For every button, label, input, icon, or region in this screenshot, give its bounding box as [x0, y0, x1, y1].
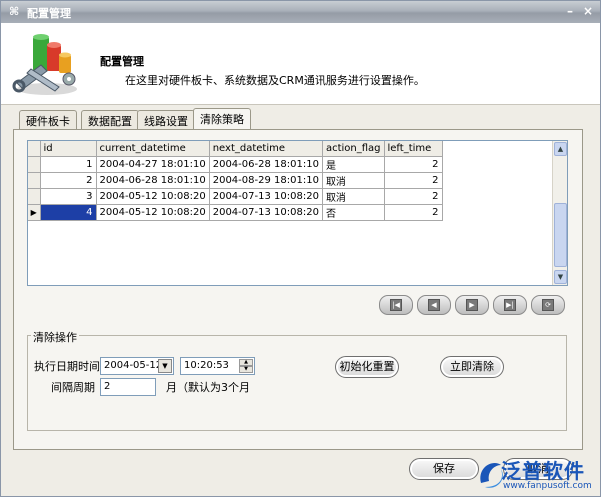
watermark-text: 泛普软件 [501, 459, 585, 483]
title-bar: ⌘ 配置管理 – × [1, 1, 600, 23]
cell-action-flag[interactable]: 否 [322, 204, 385, 221]
cell-left-time[interactable]: 2 [384, 204, 443, 221]
interval-period-hint: 月（默认为3个月 [166, 381, 250, 394]
minimize-button[interactable]: – [563, 4, 577, 18]
next-record-icon: ▶ [466, 299, 478, 311]
window-menu-icon[interactable]: ⌘ [9, 5, 19, 18]
prev-record-icon: ◀ [428, 299, 440, 311]
close-button[interactable]: × [581, 4, 595, 18]
tab-hardware[interactable]: 硬件板卡 [19, 110, 77, 130]
row-indicator[interactable] [28, 156, 41, 173]
tab-line-settings[interactable]: 线路设置 [137, 110, 195, 130]
execute-date-value: 2004-05-12 [104, 360, 163, 371]
save-button[interactable]: 保存 [409, 458, 479, 480]
execute-time-input[interactable]: 10:20:53 ▲ ▼ [180, 357, 255, 375]
tab-clear-policy[interactable]: 清除策略 [193, 108, 251, 130]
refresh-icon: ⟳ [542, 299, 554, 311]
table-row[interactable]: 2 2004-06-28 18:01:10 2004-08-29 18:01:1… [28, 172, 443, 189]
header-description: 在这里对硬件板卡、系统数据及CRM通讯服务进行设置操作。 [125, 74, 425, 87]
execute-time-value: 10:20:53 [184, 360, 229, 371]
grid-table: id current_datetime next_datetime action… [28, 141, 443, 221]
vertical-scrollbar[interactable]: ▲ ▼ [552, 141, 567, 285]
time-down-icon[interactable]: ▼ [239, 366, 253, 373]
cell-current-datetime[interactable]: 2004-05-12 10:08:20 [96, 188, 210, 205]
column-header[interactable]: action_flag [322, 141, 385, 157]
chevron-down-icon[interactable]: ▼ [158, 359, 172, 373]
prev-record-button[interactable]: ◀ [417, 295, 451, 315]
column-header[interactable]: id [40, 141, 97, 157]
current-row-pointer-icon[interactable]: ▶ [28, 204, 41, 221]
cell-left-time[interactable]: 2 [384, 156, 443, 173]
cell-action-flag[interactable]: 取消 [322, 188, 385, 205]
row-indicator[interactable] [28, 172, 41, 189]
refresh-record-button[interactable]: ⟳ [531, 295, 565, 315]
cell-action-flag[interactable]: 是 [322, 156, 385, 173]
clear-now-button[interactable]: 立即清除 [440, 356, 504, 378]
cell-left-time[interactable]: 2 [384, 172, 443, 189]
row-indicator-header [28, 141, 41, 157]
header-banner: 配置管理 在这里对硬件板卡、系统数据及CRM通讯服务进行设置操作。 [1, 23, 600, 105]
scroll-thumb[interactable] [554, 203, 567, 267]
first-record-icon: |◀ [390, 299, 402, 311]
execute-datetime-label: 执行日期时间 [34, 360, 100, 373]
column-header[interactable]: left_time [384, 141, 443, 157]
tab-data-config[interactable]: 数据配置 [81, 110, 139, 130]
cell-id[interactable]: 4 [40, 204, 97, 221]
cell-action-flag[interactable]: 取消 [322, 172, 385, 189]
cell-next-datetime[interactable]: 2004-07-13 10:08:20 [209, 188, 323, 205]
cell-current-datetime[interactable]: 2004-04-27 18:01:10 [96, 156, 210, 173]
clear-policy-grid[interactable]: id current_datetime next_datetime action… [27, 140, 568, 286]
init-reset-button[interactable]: 初始化重置 [335, 356, 399, 378]
interval-period-label: 间隔周期 [51, 381, 95, 394]
next-record-button[interactable]: ▶ [455, 295, 489, 315]
column-header[interactable]: current_datetime [96, 141, 210, 157]
last-record-icon: ▶| [504, 299, 516, 311]
clear-operation-legend: 清除操作 [31, 329, 79, 345]
scroll-down-icon[interactable]: ▼ [554, 270, 567, 284]
column-header[interactable]: next_datetime [209, 141, 323, 157]
table-row[interactable]: ▶ 4 2004-05-12 10:08:20 2004-07-13 10:08… [28, 204, 443, 221]
cell-current-datetime[interactable]: 2004-05-12 10:08:20 [96, 204, 210, 221]
first-record-button[interactable]: |◀ [379, 295, 413, 315]
cell-id[interactable]: 3 [40, 188, 97, 205]
execute-date-select[interactable]: 2004-05-12 ▼ [100, 357, 174, 375]
cell-id[interactable]: 2 [40, 172, 97, 189]
cell-next-datetime[interactable]: 2004-08-29 18:01:10 [209, 172, 323, 189]
interval-period-input[interactable]: 2 [100, 378, 156, 396]
config-window: ⌘ 配置管理 – × 配置管理 在这里对硬件板卡、系统数据及CRM通讯服务进行设… [0, 0, 601, 497]
cell-current-datetime[interactable]: 2004-06-28 18:01:10 [96, 172, 210, 189]
config-tools-icon [12, 34, 77, 95]
watermark-url: www.fanpusoft.com [503, 481, 592, 491]
table-row[interactable]: 1 2004-04-27 18:01:10 2004-06-28 18:01:1… [28, 156, 443, 173]
last-record-button[interactable]: ▶| [493, 295, 527, 315]
time-up-icon[interactable]: ▲ [239, 359, 253, 366]
cell-left-time[interactable]: 2 [384, 188, 443, 205]
scroll-up-icon[interactable]: ▲ [554, 142, 567, 156]
cell-next-datetime[interactable]: 2004-06-28 18:01:10 [209, 156, 323, 173]
cell-next-datetime[interactable]: 2004-07-13 10:08:20 [209, 204, 323, 221]
window-title: 配置管理 [27, 7, 71, 20]
row-indicator[interactable] [28, 188, 41, 205]
cell-id[interactable]: 1 [40, 156, 97, 173]
grid-header-row: id current_datetime next_datetime action… [28, 141, 443, 157]
table-row[interactable]: 3 2004-05-12 10:08:20 2004-07-13 10:08:2… [28, 188, 443, 205]
header-title: 配置管理 [100, 55, 144, 68]
